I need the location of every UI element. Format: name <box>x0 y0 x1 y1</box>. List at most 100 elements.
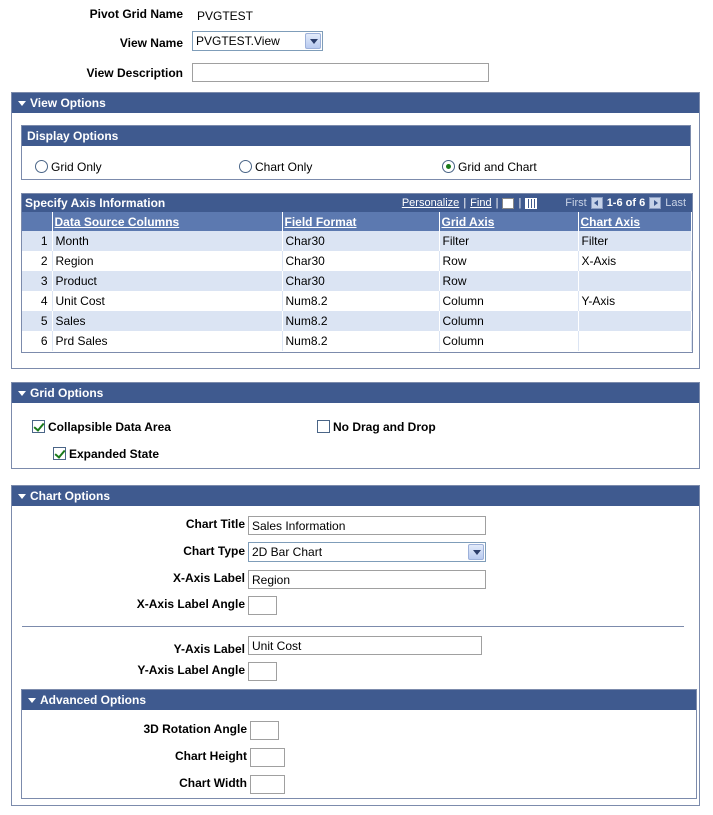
data-source-column: Prd Sales <box>52 331 283 351</box>
table-row: 1 Month Char30 Filter Filter <box>22 231 692 251</box>
no-drag-and-drop-label: No Drag and Drop <box>333 420 436 434</box>
rotation-angle-label: 3D Rotation Angle <box>143 722 247 736</box>
pivot-grid-name-label: Pivot Grid Name <box>89 7 183 21</box>
y-axis-label-angle-label: Y-Axis Label Angle <box>137 663 245 677</box>
row-number: 5 <box>22 311 53 331</box>
rotation-angle-input[interactable] <box>250 721 279 740</box>
last-label: Last <box>665 197 686 209</box>
data-source-column: Unit Cost <box>52 291 283 311</box>
table-row: 6 Prd Sales Num8.2 Column <box>22 331 692 351</box>
chevron-down-icon[interactable] <box>468 544 484 560</box>
collapse-triangle-icon[interactable] <box>18 494 26 499</box>
advanced-options-header[interactable]: Advanced Options <box>22 690 696 710</box>
chart-width-label: Chart Width <box>179 776 247 790</box>
chart-type-value: 2D Bar Chart <box>252 545 323 559</box>
chart-title-label: Chart Title <box>185 517 245 531</box>
field-format: Num8.2 <box>282 311 440 331</box>
row-number: 2 <box>22 251 53 271</box>
radio-grid-and-chart[interactable] <box>442 160 455 173</box>
axis-table: Data Source Columns Field Format Grid Ax… <box>22 212 692 351</box>
column-header-field-format[interactable]: Field Format <box>282 212 440 231</box>
radio-chart-only-label: Chart Only <box>255 160 313 174</box>
table-row: 4 Unit Cost Num8.2 Column Y-Axis <box>22 291 692 311</box>
collapse-triangle-icon[interactable] <box>18 101 26 106</box>
x-axis-label-angle-input[interactable] <box>248 596 277 615</box>
chart-options-title: Chart Options <box>30 489 110 503</box>
chart-axis <box>578 331 692 351</box>
view-options-title: View Options <box>30 96 106 110</box>
x-axis-label-angle-label: X-Axis Label Angle <box>136 597 245 611</box>
no-drag-and-drop-checkbox[interactable] <box>317 420 330 433</box>
row-number: 6 <box>22 331 53 351</box>
row-number: 1 <box>22 231 53 251</box>
view-name-select[interactable]: PVGTEST.View <box>192 31 323 51</box>
chart-axis: Filter <box>578 231 692 251</box>
field-format: Char30 <box>282 271 440 291</box>
radio-chart-only[interactable] <box>239 160 252 173</box>
grid-navigation: Personalize | Find | | First 1-6 of 6 La… <box>402 194 686 212</box>
chart-options-header[interactable]: Chart Options <box>12 486 699 506</box>
data-source-column: Region <box>52 251 283 271</box>
chart-axis: X-Axis <box>578 251 692 271</box>
grid-axis: Filter <box>439 231 579 251</box>
grid-options-section: Grid Options Collapsible Data Area No Dr… <box>11 382 700 469</box>
chart-options-section: Chart Options Chart Title Sales Informat… <box>11 485 700 806</box>
collapse-triangle-icon[interactable] <box>18 391 26 396</box>
row-number-header <box>22 212 53 231</box>
table-row: 5 Sales Num8.2 Column <box>22 311 692 331</box>
download-icon[interactable] <box>502 197 515 209</box>
y-axis-label-angle-input[interactable] <box>248 662 277 681</box>
view-description-input[interactable] <box>192 63 489 82</box>
expanded-state-label: Expanded State <box>69 447 160 461</box>
data-source-column: Sales <box>52 311 283 331</box>
grid-view-icon[interactable] <box>525 197 538 209</box>
column-header-chart-axis[interactable]: Chart Axis <box>578 212 692 231</box>
view-description-label: View Description <box>86 66 183 80</box>
grid-axis: Row <box>439 271 579 291</box>
previous-icon[interactable] <box>590 197 603 209</box>
field-format: Char30 <box>282 231 440 251</box>
collapsible-data-area-label: Collapsible Data Area <box>48 420 171 434</box>
row-number: 4 <box>22 291 53 311</box>
data-source-column: Month <box>52 231 283 251</box>
chart-height-input[interactable] <box>250 748 285 767</box>
column-header-data-source[interactable]: Data Source Columns <box>52 212 283 231</box>
display-options-title: Display Options <box>22 126 690 146</box>
chart-type-select[interactable]: 2D Bar Chart <box>248 542 486 562</box>
chart-width-input[interactable] <box>250 775 285 794</box>
next-icon[interactable] <box>649 197 662 209</box>
chevron-down-icon[interactable] <box>305 33 321 49</box>
section-divider <box>22 626 684 627</box>
view-name-value: PVGTEST.View <box>196 34 280 48</box>
chart-type-label: Chart Type <box>183 544 245 558</box>
grid-options-header[interactable]: Grid Options <box>12 383 699 403</box>
grid-axis: Column <box>439 331 579 351</box>
collapse-triangle-icon[interactable] <box>28 698 36 703</box>
chart-axis <box>578 271 692 291</box>
x-axis-label-label: X-Axis Label <box>172 571 245 585</box>
view-name-label: View Name <box>119 36 183 50</box>
chart-height-label: Chart Height <box>175 749 247 763</box>
personalize-link[interactable]: Personalize <box>402 194 459 212</box>
radio-grid-and-chart-label: Grid and Chart <box>458 160 537 174</box>
x-axis-label-input[interactable]: Region <box>248 570 486 589</box>
expanded-state-checkbox[interactable] <box>53 447 66 460</box>
collapsible-data-area-checkbox[interactable] <box>32 420 45 433</box>
find-link[interactable]: Find <box>470 194 491 212</box>
first-label: First <box>565 197 587 209</box>
radio-grid-only[interactable] <box>35 160 48 173</box>
table-row: 2 Region Char30 Row X-Axis <box>22 251 692 271</box>
y-axis-label-input[interactable]: Unit Cost <box>248 636 482 655</box>
row-number: 3 <box>22 271 53 291</box>
view-options-section: View Options Display Options Grid Only C… <box>11 92 700 369</box>
grid-axis: Row <box>439 251 579 271</box>
grid-options-title: Grid Options <box>30 386 104 400</box>
advanced-options-title: Advanced Options <box>40 693 147 707</box>
column-header-grid-axis[interactable]: Grid Axis <box>439 212 579 231</box>
advanced-options-box: Advanced Options 3D Rotation Angle Chart… <box>21 689 697 799</box>
view-options-header[interactable]: View Options <box>12 93 699 113</box>
grid-axis: Column <box>439 291 579 311</box>
grid-axis: Column <box>439 311 579 331</box>
chart-title-input[interactable]: Sales Information <box>248 516 486 535</box>
field-format: Num8.2 <box>282 331 440 351</box>
